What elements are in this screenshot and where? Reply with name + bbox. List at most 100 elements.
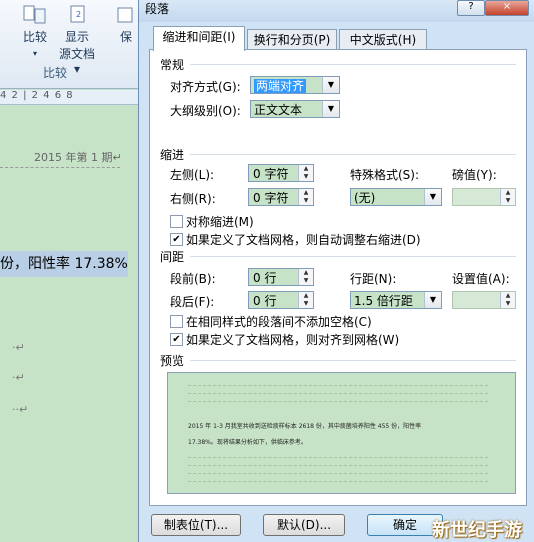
- show-source-label-1: 显示: [64, 30, 89, 44]
- space-after-value: 0 行: [253, 294, 277, 308]
- outline-level-select[interactable]: 正文文本 ▼: [250, 100, 340, 118]
- snap-to-grid-label: 如果定义了文档网格，则对齐到网格(W): [186, 333, 400, 347]
- spinner-buttons[interactable]: ▲ ▼: [298, 269, 313, 285]
- svg-text:2: 2: [76, 10, 81, 19]
- line-spacing-select[interactable]: 1.5 倍行距 ▼: [350, 291, 442, 309]
- outline-level-value: 正文文本: [254, 103, 303, 117]
- line-spacing-at-label: 设置值(A):: [452, 272, 510, 286]
- protect-icon: [117, 7, 133, 23]
- preview-previous-line: [188, 401, 488, 402]
- header-divider: [0, 167, 120, 168]
- space-after-spinner[interactable]: 0 行 ▲ ▼: [248, 291, 314, 309]
- left-indent-spinner[interactable]: 0 字符 ▲ ▼: [248, 164, 314, 182]
- close-button[interactable]: ×: [485, 0, 529, 16]
- spin-up-icon[interactable]: ▲: [299, 165, 313, 173]
- ruler-ticks: 4 2 | 2 4 6 8: [0, 90, 74, 101]
- tab-asian-typography[interactable]: 中文版式(H): [339, 29, 427, 50]
- spin-up-icon[interactable]: ▲: [299, 269, 313, 277]
- line-spacing-value: 1.5 倍行距: [354, 294, 413, 308]
- selected-text[interactable]: 份，阳性率 17.38%。: [0, 251, 128, 277]
- compare-label: 比较: [22, 30, 47, 44]
- spin-up-icon[interactable]: ▲: [299, 189, 313, 197]
- document-header: 2015 年第 1 期↵: [34, 151, 122, 164]
- ruler: 4 2 | 2 4 6 8: [0, 90, 140, 105]
- ribbon-group-label: 比较: [42, 66, 67, 80]
- tabs-button[interactable]: 制表位(T)...: [151, 514, 241, 536]
- spin-down-icon[interactable]: ▼: [501, 300, 515, 308]
- document-area: 2015 年第 1 期↵ 份，阳性率 17.38%。 ·↵ ·↵ ··↵: [0, 105, 136, 542]
- tab-line-page-breaks[interactable]: 换行和分页(P): [247, 29, 337, 50]
- dialog-title: 段落: [145, 2, 170, 16]
- spin-down-icon[interactable]: ▼: [299, 277, 313, 285]
- right-indent-spinner[interactable]: 0 字符 ▲ ▼: [248, 188, 314, 206]
- section-divider: [190, 154, 516, 155]
- special-indent-value: (无): [354, 191, 376, 205]
- spin-down-icon[interactable]: ▼: [501, 197, 515, 205]
- protect-button[interactable]: 保: [114, 4, 138, 62]
- preview-following-line: [188, 457, 488, 458]
- right-indent-value: 0 字符: [253, 191, 289, 205]
- section-general: 常规: [160, 58, 185, 72]
- snap-to-grid-checkbox[interactable]: ✔: [170, 333, 183, 346]
- space-after-label: 段后(F):: [170, 295, 215, 309]
- spin-up-icon[interactable]: ▲: [299, 292, 313, 300]
- no-space-same-style-label: 在相同样式的段落间不添加空格(C): [186, 315, 372, 329]
- spin-down-icon[interactable]: ▼: [299, 300, 313, 308]
- line-spacing-label: 行距(N):: [350, 272, 397, 286]
- paragraph-mark: ··↵: [12, 403, 29, 416]
- spinner-buttons[interactable]: ▲ ▼: [298, 292, 313, 308]
- indent-by-label: 磅值(Y):: [452, 168, 497, 182]
- protect-label: 保: [119, 30, 132, 44]
- spin-down-icon[interactable]: ▼: [299, 197, 313, 205]
- spin-up-icon[interactable]: ▲: [501, 292, 515, 300]
- section-preview: 预览: [160, 354, 185, 368]
- chevron-down-icon: ▼: [424, 189, 441, 205]
- spin-up-icon[interactable]: ▲: [501, 189, 515, 197]
- section-divider: [190, 64, 516, 65]
- indent-by-spinner[interactable]: ▲ ▼: [452, 188, 516, 206]
- space-before-value: 0 行: [253, 271, 277, 285]
- alignment-label: 对齐方式(G):: [170, 80, 241, 94]
- ribbon: 比较 ▾ 2 显示 源文档 ▾ 保 比较: [0, 0, 140, 89]
- line-spacing-at-spinner[interactable]: ▲ ▼: [452, 291, 516, 309]
- site-watermark: 新世纪手游: [432, 520, 522, 541]
- no-space-same-style-checkbox[interactable]: [170, 315, 183, 328]
- dialog-titlebar: 段落 ? ×: [139, 0, 534, 22]
- preview-text-line: 17.38%。现将结果分析如下，供临床参考。: [188, 439, 307, 446]
- spin-down-icon[interactable]: ▼: [299, 173, 313, 181]
- space-before-label: 段前(B):: [170, 272, 216, 286]
- spinner-buttons[interactable]: ▲ ▼: [500, 189, 515, 205]
- preview-following-line: [188, 481, 488, 482]
- special-indent-label: 特殊格式(S):: [350, 168, 420, 182]
- outline-level-label: 大纲级别(O):: [170, 104, 241, 118]
- show-source-button[interactable]: 2 显示 源文档 ▾: [56, 4, 98, 76]
- section-indent: 缩进: [160, 148, 185, 162]
- chevron-down-icon: ▼: [322, 77, 339, 93]
- tab-panel: 常规 对齐方式(G): 两端对齐 ▼ 大纲级别(O): 正文文本 ▼ 缩进 左侧…: [149, 49, 527, 506]
- auto-right-indent-label: 如果定义了文档网格，则自动调整右缩进(D): [186, 233, 421, 247]
- compare-button[interactable]: 比较 ▾: [14, 4, 56, 62]
- spinner-buttons[interactable]: ▲ ▼: [500, 292, 515, 308]
- alignment-select[interactable]: 两端对齐 ▼: [250, 76, 340, 94]
- special-indent-select[interactable]: (无) ▼: [350, 188, 442, 206]
- space-before-spinner[interactable]: 0 行 ▲ ▼: [248, 268, 314, 286]
- compare-icon: [23, 5, 46, 24]
- chevron-down-icon: ▼: [322, 101, 339, 117]
- section-divider: [190, 360, 516, 361]
- paragraph-preview: 2015 年 1-3 月我室共收到送检痰样标本 2618 份，其中痰菌培养阳性 …: [167, 372, 516, 494]
- mirror-indent-label: 对称缩进(M): [186, 215, 254, 229]
- help-button[interactable]: ?: [457, 0, 485, 16]
- auto-right-indent-checkbox[interactable]: ✔: [170, 233, 183, 246]
- preview-previous-line: [188, 393, 488, 394]
- preview-following-line: [188, 473, 488, 474]
- section-divider: [190, 256, 516, 257]
- spinner-buttons[interactable]: ▲ ▼: [298, 189, 313, 205]
- tab-indent-spacing[interactable]: 缩进和间距(I): [153, 26, 245, 51]
- paragraph-mark: ·↵: [12, 341, 25, 354]
- section-spacing: 间距: [160, 250, 185, 264]
- mirror-indent-checkbox[interactable]: [170, 215, 183, 228]
- preview-text-line: 2015 年 1-3 月我室共收到送检痰样标本 2618 份，其中痰菌培养阳性 …: [188, 423, 422, 430]
- paragraph-dialog: 段落 ? × 缩进和间距(I) 换行和分页(P) 中文版式(H) 常规 对齐方式…: [138, 0, 534, 542]
- spinner-buttons[interactable]: ▲ ▼: [298, 165, 313, 181]
- set-default-button[interactable]: 默认(D)...: [263, 514, 345, 536]
